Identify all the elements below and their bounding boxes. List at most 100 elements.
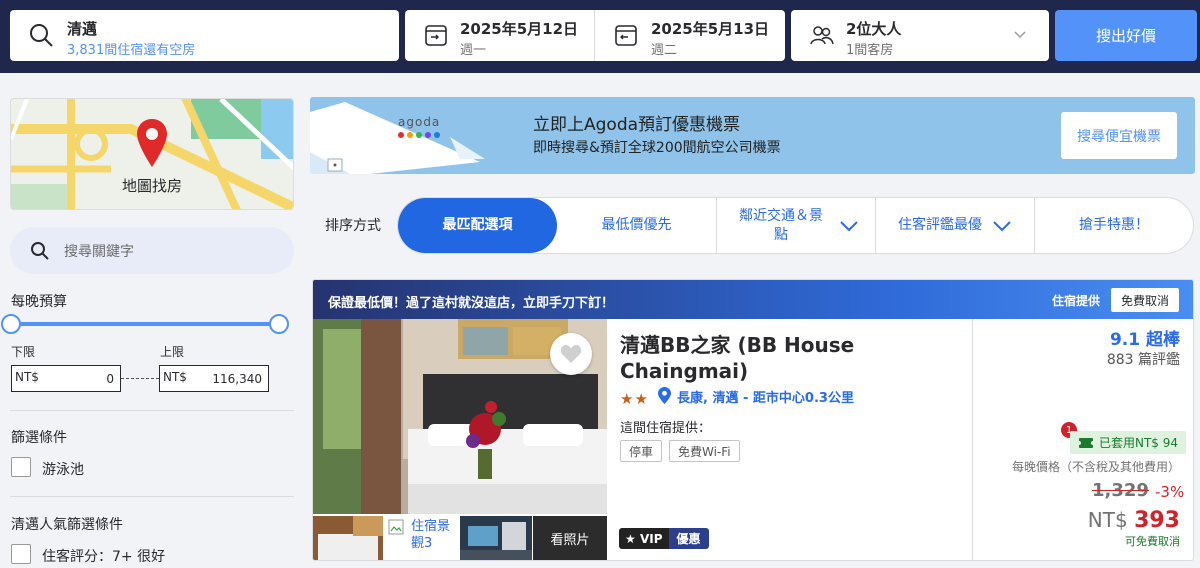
location-pin-icon — [658, 387, 671, 404]
flight-promo-banner[interactable]: agoda 立即上Agoda預訂優惠機票 即時搜尋&預訂全球200間航空公司機票… — [310, 97, 1195, 174]
coupon-text: 已套用NT$ 94 — [1099, 436, 1179, 450]
price-amount: 393 — [1134, 508, 1180, 533]
pool-label: 游泳池 — [42, 462, 84, 478]
budget-title: 每晚預算 — [11, 294, 67, 310]
sort-hot-deals[interactable]: 搶手特惠！ — [1035, 198, 1193, 253]
review-count[interactable]: 883 篇評鑑 — [1107, 349, 1180, 369]
review-score[interactable]: 9.1 超棒 — [1110, 325, 1180, 350]
hotel-location-link[interactable]: 長康, 清邁 - 距市中心0.3公里 — [677, 387, 854, 406]
availability-text: 3,831間住宿還有空房 — [67, 43, 196, 58]
sidebar-divider — [10, 410, 294, 411]
search-icon — [31, 242, 49, 260]
thumbnail-1[interactable] — [313, 516, 383, 560]
nightly-price-note: 每晚價格（不含稅及其他費用） — [1011, 460, 1180, 474]
banner-headline: 立即上Agoda預訂優惠機票 — [533, 115, 741, 135]
min-price-input[interactable]: NT$ 0 — [11, 365, 121, 392]
favorite-button[interactable] — [550, 333, 592, 375]
coupon-icon — [1078, 437, 1094, 448]
sort-best-match[interactable]: 最匹配選項 — [398, 198, 557, 253]
vip-deal-label: 優惠 — [668, 528, 709, 549]
promo-text: 保證最低價！過了這村就沒這店，立即手刀下訂！ — [328, 296, 615, 311]
max-price-value: 116,340 — [212, 372, 262, 386]
free-cancellation-note: 可免費取消 — [1125, 535, 1180, 548]
rating-checkbox[interactable] — [11, 544, 31, 564]
budget-slider-track[interactable] — [10, 322, 280, 326]
pool-checkbox[interactable] — [11, 457, 31, 477]
map-search-label: 地圖找房 — [121, 177, 182, 195]
map-pin-icon — [137, 119, 167, 167]
sort-top-reviewed[interactable]: 住客評鑑最優 — [876, 198, 1035, 253]
date-divider — [594, 10, 595, 61]
budget-slider-min-handle[interactable] — [1, 314, 21, 334]
keyword-search-input[interactable]: 搜尋關鍵字 — [10, 227, 294, 274]
min-price-value: 0 — [106, 372, 114, 386]
checkin-date: 2025年5月12日 — [460, 20, 579, 38]
destination-field[interactable]: 清邁 3,831間住宿還有空房 — [10, 10, 399, 61]
star-rating: ★★ — [620, 390, 649, 408]
people-icon — [810, 26, 834, 45]
chevron-down-icon — [840, 220, 858, 231]
vip-badge: ★ VIP 優惠 — [619, 528, 709, 549]
destination-text: 清邁 — [67, 20, 98, 38]
sort-top-reviewed-label: 住客評鑑最優 — [898, 217, 982, 233]
search-header: 清邁 3,831間住宿還有空房 2025年5月12日 週一 2025年5月13日… — [0, 0, 1200, 73]
min-price-currency: NT$ — [15, 370, 39, 384]
chevron-down-icon — [993, 220, 1011, 231]
promo-strip: 保證最低價！過了這村就沒這店，立即手刀下訂！ 住宿提供 免費取消 — [313, 280, 1193, 319]
current-price: NT$ 393 — [1088, 508, 1180, 533]
price-range-dash — [121, 378, 159, 379]
budget-slider-max-handle[interactable] — [269, 314, 289, 334]
checkout-date: 2025年5月13日 — [651, 20, 770, 38]
guests-count: 2位大人 — [846, 20, 902, 38]
discount-percent: -3% — [1155, 483, 1185, 501]
max-price-input[interactable]: NT$ 116,340 — [159, 365, 269, 392]
chevron-down-icon — [1014, 31, 1026, 39]
checkout-day: 週二 — [651, 43, 678, 58]
checkout-calendar-icon — [615, 25, 637, 46]
thumbnail-2[interactable]: 住宿景觀3 — [385, 516, 459, 560]
sidebar-divider — [10, 496, 294, 497]
vip-label: ★ VIP — [619, 528, 669, 549]
sort-bar: 最匹配選項 最低價優先 鄰近交通＆景點 住客評鑑最優 搶手特惠！ — [397, 197, 1194, 254]
filter-title: 篩選條件 — [11, 430, 67, 446]
checkin-calendar-icon — [425, 25, 447, 46]
popular-filter-title: 清邁人氣篩選條件 — [11, 517, 123, 533]
thumbnail-image — [460, 516, 532, 560]
view-photos-button[interactable]: 看照片 — [533, 516, 607, 560]
amenities-title: 這間住宿提供： — [620, 421, 712, 436]
cheap-flights-button[interactable]: 搜尋便宜機票 — [1061, 112, 1177, 159]
max-price-currency: NT$ — [163, 370, 187, 384]
thumbnail-image — [313, 516, 383, 560]
original-price: 1,329 — [1092, 480, 1149, 501]
agoda-logo: agoda — [398, 115, 441, 129]
sort-label: 排序方式 — [325, 218, 381, 234]
heart-icon — [560, 345, 582, 363]
thumbnail-3[interactable] — [460, 516, 532, 560]
date-range-field[interactable]: 2025年5月12日 週一 2025年5月13日 週二 — [405, 10, 785, 61]
hotel-name[interactable]: 清邁BB之家 (BB House Chaingmai) — [620, 332, 960, 384]
rooms-count: 1間客房 — [846, 43, 894, 58]
rating-label: 住客評分：7+ 很好 — [42, 549, 166, 565]
sort-nearby-transit-label: 鄰近交通＆景點 — [739, 207, 823, 243]
thumbnail-alt-text: 住宿景觀3 — [411, 519, 451, 551]
price-currency: NT$ — [1087, 508, 1128, 532]
hotel-card[interactable]: 保證最低價！過了這村就沒這店，立即手刀下訂！ 住宿提供 免費取消 住宿景觀3 看… — [312, 279, 1194, 561]
coupon-applied[interactable]: 已套用NT$ 94 — [1070, 431, 1186, 454]
card-divider — [972, 319, 973, 560]
sort-nearby-transit[interactable]: 鄰近交通＆景點 — [717, 198, 876, 253]
free-cancel-badge: 免費取消 — [1111, 288, 1179, 312]
checkin-day: 週一 — [460, 43, 487, 58]
banner-subline: 即時搜尋&預訂全球200間航空公司機票 — [533, 140, 781, 156]
broken-image-icon — [388, 519, 404, 535]
max-price-label: 上限 — [160, 345, 185, 359]
amenity-parking: 停車 — [620, 440, 663, 462]
guests-field[interactable]: 2位大人 1間客房 — [791, 10, 1049, 61]
keyword-placeholder: 搜尋關鍵字 — [64, 244, 134, 260]
search-button[interactable]: 搜出好價 — [1055, 10, 1197, 61]
map-search-card[interactable]: 地圖找房 — [10, 98, 294, 210]
search-icon — [30, 24, 53, 47]
amenity-wifi: 免費Wi-Fi — [669, 440, 740, 462]
min-price-label: 下限 — [11, 345, 36, 359]
sort-lowest-price[interactable]: 最低價優先 — [557, 198, 717, 253]
provider-label: 住宿提供 — [1052, 294, 1101, 308]
